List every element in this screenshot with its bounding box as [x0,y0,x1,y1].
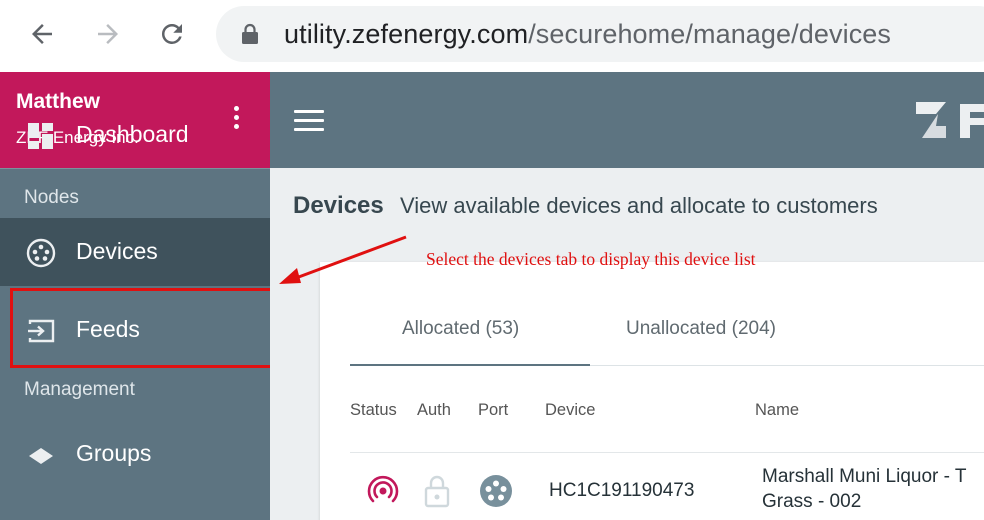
menu-icon[interactable] [294,110,324,132]
device-name-line2: Grass - 002 [762,491,862,512]
lock-icon [242,23,258,44]
app-header [270,72,984,168]
column-header-device: Device [545,401,596,419]
forward-button[interactable] [92,18,124,50]
port-icon [480,475,512,507]
browser-toolbar: utility.zefenergy.com/securehome/manage/… [0,0,984,72]
column-header-status: Status [350,401,397,419]
forward-icon [98,24,118,44]
dashboard-icon [28,123,53,149]
lock-open-icon [424,475,450,508]
sidebar-item-label: Devices [76,238,158,264]
address-bar[interactable]: utility.zefenergy.com/securehome/manage/… [216,6,984,62]
back-button[interactable] [26,18,58,50]
groups-icon [29,448,53,464]
devices-highlight-box [10,288,276,368]
sidebar-item-groups[interactable]: Groups [0,420,270,488]
sidebar-item-devices[interactable]: Devices [0,218,270,286]
section-label-nodes: Nodes [24,187,79,208]
device-id[interactable]: HC1C191190473 [549,480,694,502]
reload-button[interactable] [156,18,188,50]
sidebar-item-label: Dashboard [76,121,189,147]
sidebar-item-dashboard[interactable]: Dashboard [0,101,270,169]
url-path: /securehome/manage/devices [528,19,892,49]
page-subtitle: View available devices and allocate to c… [400,193,878,218]
column-header-name: Name [755,401,800,419]
annotation-text: Select the devices tab to display this d… [426,249,756,269]
page-title: Devices [293,192,384,219]
zef-logo-icon [916,102,984,138]
reload-icon [161,23,182,44]
signal-icon [367,475,399,503]
device-name-line1: Marshall Muni Liquor - T [762,466,967,487]
column-header-auth: Auth [417,401,451,419]
back-icon [32,24,52,44]
section-label-management: Management [24,379,135,400]
devices-icon [26,238,56,268]
tab-allocated[interactable]: Allocated (53) [402,318,519,340]
device-name: Marshall Muni Liquor - T Grass - 002 [762,464,984,514]
url-text: utility.zefenergy.com/securehome/manage/… [284,18,891,50]
page-header: Devices View available devices and alloc… [270,168,984,244]
url-host: utility.zefenergy.com [284,19,529,49]
tab-active-indicator [350,364,590,366]
table-row-divider [350,452,984,453]
tab-unallocated[interactable]: Unallocated (204) [626,318,776,340]
sidebar-item-label: Groups [76,440,152,466]
column-header-port: Port [478,401,509,419]
